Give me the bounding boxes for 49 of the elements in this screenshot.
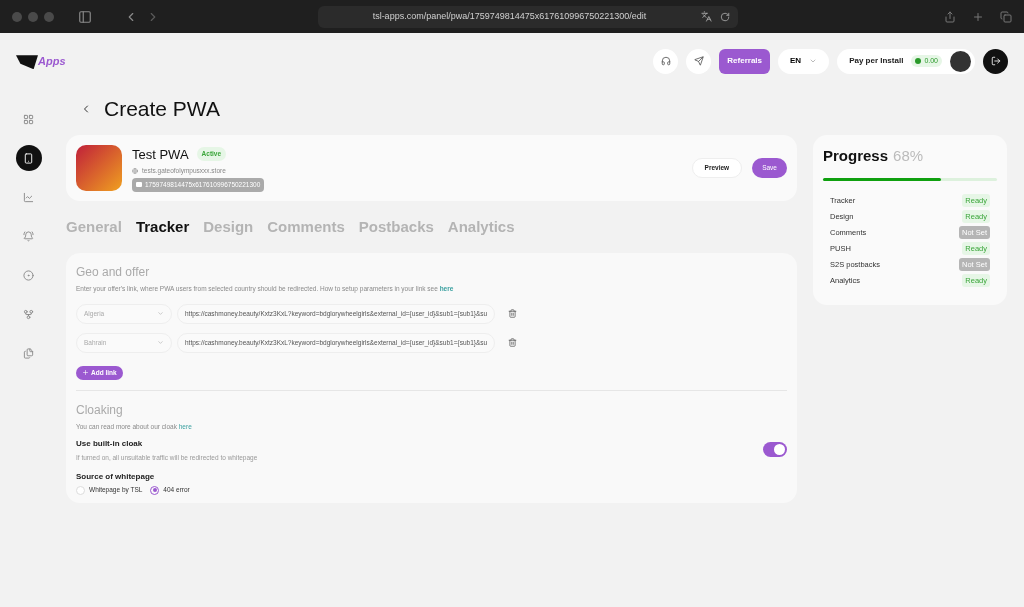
coin-icon	[915, 58, 922, 64]
app-icon-placeholder	[76, 145, 122, 191]
telegram-button[interactable]	[686, 48, 712, 74]
globe-icon	[132, 167, 138, 174]
cloak-toggle[interactable]	[763, 442, 787, 458]
progress-title: Progress	[823, 146, 889, 166]
plan-label: Pay per Install	[849, 55, 904, 67]
section-title: Geo and offer	[76, 264, 151, 281]
tab[interactable]: Tracker	[135, 215, 190, 239]
tabs-icon[interactable]	[1000, 10, 1012, 23]
page-title: Create PWA	[104, 96, 220, 123]
share-icon[interactable]	[944, 10, 956, 23]
language-select[interactable]: EN	[778, 48, 830, 74]
chevron-down-icon	[157, 339, 164, 347]
app-name: Test PWA	[132, 145, 189, 164]
fork-icon	[23, 308, 34, 320]
trash-icon[interactable]	[508, 309, 518, 319]
plus-icon	[82, 369, 89, 377]
field-label: Source of whitepage	[76, 471, 156, 484]
logo-text: Apps	[38, 53, 66, 69]
headphones-icon	[660, 56, 671, 66]
phone-icon	[23, 152, 34, 164]
url-text: tsl-apps.com/panel/pwa/1759749814475x617610996750221300/edit	[371, 9, 648, 23]
logo[interactable]: Apps	[16, 52, 66, 70]
chart-icon	[23, 191, 34, 203]
grid-icon	[23, 113, 34, 125]
chevron-down-icon	[157, 310, 164, 318]
support-button[interactable]	[653, 48, 679, 74]
id-icon	[136, 182, 142, 188]
circle-icon	[23, 269, 34, 281]
logout-button[interactable]	[983, 48, 1008, 74]
trash-icon[interactable]	[508, 338, 518, 348]
reload-icon[interactable]	[720, 11, 730, 22]
translate-icon[interactable]	[701, 11, 712, 22]
avatar[interactable]	[950, 50, 971, 72]
address-bar[interactable]: tsl-apps.com/panel/pwa/1759749814475x617610996750221300/edit	[318, 5, 738, 28]
sidebar-item[interactable]	[15, 145, 42, 171]
bell-icon	[23, 230, 34, 242]
chevron-down-icon	[809, 57, 818, 65]
progress-percent: 68%	[893, 146, 924, 166]
send-icon	[693, 56, 704, 66]
referrals-button[interactable]: Referrals	[719, 48, 770, 74]
section-title: Cloaking	[76, 401, 124, 419]
files-icon	[23, 347, 34, 359]
logo-mark-icon	[16, 55, 38, 70]
toggle-label: Use built-in cloak	[76, 437, 144, 450]
logout-icon	[990, 56, 1001, 66]
sidebar-toggle-icon[interactable]	[78, 9, 92, 24]
new-tab-icon[interactable]	[972, 10, 984, 23]
